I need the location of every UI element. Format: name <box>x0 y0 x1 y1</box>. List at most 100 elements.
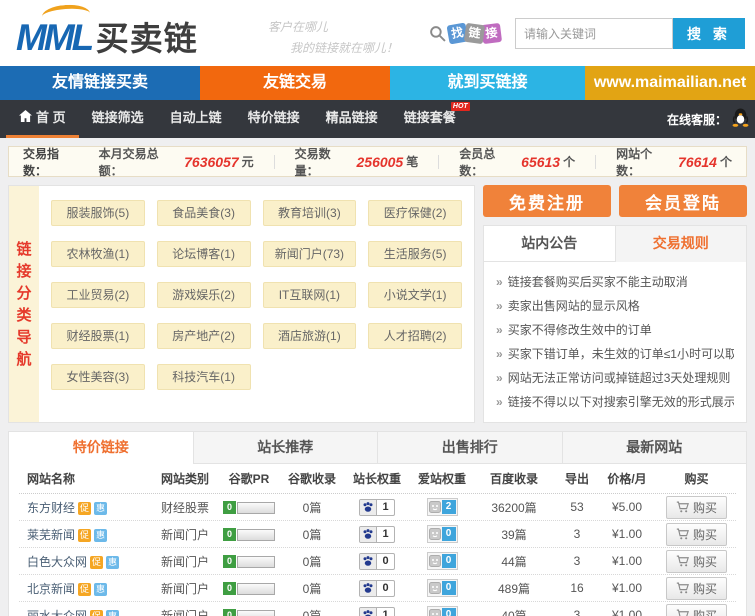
slogan-line1: 客户在哪儿 <box>268 18 398 35</box>
search-icon <box>429 25 446 42</box>
site-name-link[interactable]: 东方财经 <box>27 501 75 515</box>
category-button[interactable]: 新闻门户(73) <box>263 241 357 267</box>
column-header: 谷歌PR <box>215 470 283 487</box>
promo-badge-icon: 促 <box>78 583 91 596</box>
google-index: 0篇 <box>283 499 341 516</box>
discount-badge-icon: 惠 <box>94 502 107 515</box>
paw-icon <box>360 607 377 616</box>
aizhan-weight-cell: 0 <box>413 579 471 597</box>
discount-badge-icon: 惠 <box>94 529 107 542</box>
category-button[interactable]: 生活服务(5) <box>368 241 462 267</box>
buy-button[interactable]: 购买 <box>666 604 727 616</box>
rule-item[interactable]: »链接不得以以下对搜索引擎无效的形式展示 <box>496 390 734 414</box>
rule-item[interactable]: »买家下错订单，未生效的订单≤1小时可以取消 <box>496 342 734 366</box>
table-row: 东方财经促惠财经股票00篇1236200篇53¥5.00购买 <box>19 494 736 521</box>
buy-cell: 购买 <box>657 604 736 616</box>
aizhan-weight-cell: 0 <box>413 606 471 616</box>
category-side-label: 链接分类导航 <box>9 186 39 422</box>
site-name-cell: 东方财经促惠 <box>19 499 155 516</box>
category-button[interactable]: 教育培训(3) <box>263 200 357 226</box>
category-button[interactable]: 人才招聘(2) <box>368 323 462 349</box>
listing-section: 特价链接站长推荐出售排行最新网站 网站名称网站类别谷歌PR谷歌收录站长权重爱站权… <box>8 431 747 616</box>
site-name-cell: 白色大众网促惠 <box>19 553 155 570</box>
category-button[interactable]: 服装服饰(5) <box>51 200 145 226</box>
nav-item[interactable]: 首 页 <box>6 100 79 138</box>
buy-button[interactable]: 购买 <box>666 550 727 573</box>
stat-value: 7636057 <box>184 154 239 170</box>
category-button[interactable]: 酒店旅游(1) <box>263 323 357 349</box>
google-index: 0篇 <box>283 553 341 570</box>
listing-tab[interactable]: 站长推荐 <box>194 432 379 464</box>
listing-tab[interactable]: 最新网站 <box>563 432 747 464</box>
category-button[interactable]: 论坛博客(1) <box>157 241 251 267</box>
rule-arrow-icon: » <box>496 395 503 409</box>
search-button[interactable]: 搜 索 <box>673 18 745 49</box>
category-button[interactable]: 小说文学(1) <box>368 282 462 308</box>
category-button[interactable]: 农林牧渔(1) <box>51 241 145 267</box>
category-side-char: 链 <box>16 239 31 260</box>
buy-button[interactable]: 购买 <box>666 496 727 519</box>
search-zone: 找链接 搜 索 <box>429 18 745 49</box>
login-button[interactable]: 会员登陆 <box>619 185 747 217</box>
chinaz-weight-badge: 1 <box>359 526 395 543</box>
export-count: 16 <box>557 581 597 595</box>
site-category: 新闻门户 <box>155 526 215 543</box>
paw-icon <box>360 580 377 597</box>
google-pr-cell: 0 <box>215 500 283 514</box>
banner-segment[interactable]: 友链交易 <box>200 66 390 100</box>
online-service[interactable]: 在线客服： <box>667 100 749 138</box>
chinaz-weight-badge: 1 <box>359 607 395 616</box>
banner-segment[interactable]: 友情链接买卖 <box>0 66 200 100</box>
nav-item[interactable]: 精品链接 <box>313 100 391 138</box>
listing-tab[interactable]: 出售排行 <box>378 432 563 464</box>
register-button[interactable]: 免费注册 <box>483 185 611 217</box>
table-row: 莱芜新闻促惠新闻门户00篇1039篇3¥1.00购买 <box>19 521 736 548</box>
category-button[interactable]: 医疗保健(2) <box>368 200 462 226</box>
site-logo[interactable]: MML 买卖链 <box>16 12 198 60</box>
bear-icon <box>429 582 441 594</box>
banner-segment[interactable]: 就到买链接 <box>390 66 585 100</box>
chinaz-weight-cell: 1 <box>341 526 413 543</box>
nav-item[interactable]: 链接筛选 <box>79 100 157 138</box>
category-button[interactable]: IT互联网(1) <box>263 282 357 308</box>
banner-segment[interactable]: www.maimailian.net <box>585 66 755 100</box>
rule-item[interactable]: »卖家出售网站的显示风格 <box>496 294 734 318</box>
notice-tab[interactable]: 站内公告 <box>484 226 615 262</box>
search-input[interactable] <box>515 18 673 49</box>
category-button[interactable]: 游戏娱乐(2) <box>157 282 251 308</box>
page: MML 买卖链 客户在哪儿 我的链接就在哪儿！ 找链接 搜 索 友情链接买卖友链… <box>0 0 755 616</box>
nav-item-label: 链接套餐 <box>404 100 456 135</box>
site-name-link[interactable]: 白色大众网 <box>27 555 87 569</box>
category-button[interactable]: 科技汽车(1) <box>157 364 251 390</box>
category-button[interactable]: 房产地产(2) <box>157 323 251 349</box>
pr-value: 0 <box>223 501 236 514</box>
aizhan-weight-cell: 2 <box>413 498 471 516</box>
site-name-link[interactable]: 莱芜新闻 <box>27 528 75 542</box>
rule-item[interactable]: »买家不得修改生效中的订单 <box>496 318 734 342</box>
nav-item[interactable]: 特价链接 <box>235 100 313 138</box>
listing-tab[interactable]: 特价链接 <box>9 432 194 464</box>
slogan: 客户在哪儿 我的链接就在哪儿！ <box>268 18 398 56</box>
rule-arrow-icon: » <box>496 275 503 289</box>
category-button[interactable]: 食品美食(3) <box>157 200 251 226</box>
buy-button[interactable]: 购买 <box>666 577 727 600</box>
export-count: 3 <box>557 527 597 541</box>
notice-box: 站内公告交易规则 »链接套餐购买后买家不能主动取消»卖家出售网站的显示风格»买家… <box>483 225 747 423</box>
stat-item: 会员总数：65613 个 <box>459 145 575 179</box>
google-index: 0篇 <box>283 526 341 543</box>
buy-button[interactable]: 购买 <box>666 523 727 546</box>
nav-item[interactable]: 自动上链 <box>157 100 235 138</box>
chinaz-weight-badge: 0 <box>359 553 395 570</box>
rule-item[interactable]: »网站无法正常访问或掉链超过3天处理规则 <box>496 366 734 390</box>
table-body: 东方财经促惠财经股票00篇1236200篇53¥5.00购买莱芜新闻促惠新闻门户… <box>19 494 736 616</box>
notice-tab[interactable]: 交易规则 <box>615 226 747 262</box>
nav-item[interactable]: 链接套餐HOT <box>391 100 469 138</box>
category-button[interactable]: 工业贸易(2) <box>51 282 145 308</box>
cart-icon <box>676 528 689 540</box>
site-name-link[interactable]: 北京新闻 <box>27 582 75 596</box>
category-button[interactable]: 财经股票(1) <box>51 323 145 349</box>
cart-icon <box>676 609 689 616</box>
rule-item[interactable]: »链接套餐购买后买家不能主动取消 <box>496 270 734 294</box>
site-name-link[interactable]: 丽水大众网 <box>27 609 87 616</box>
category-button[interactable]: 女性美容(3) <box>51 364 145 390</box>
